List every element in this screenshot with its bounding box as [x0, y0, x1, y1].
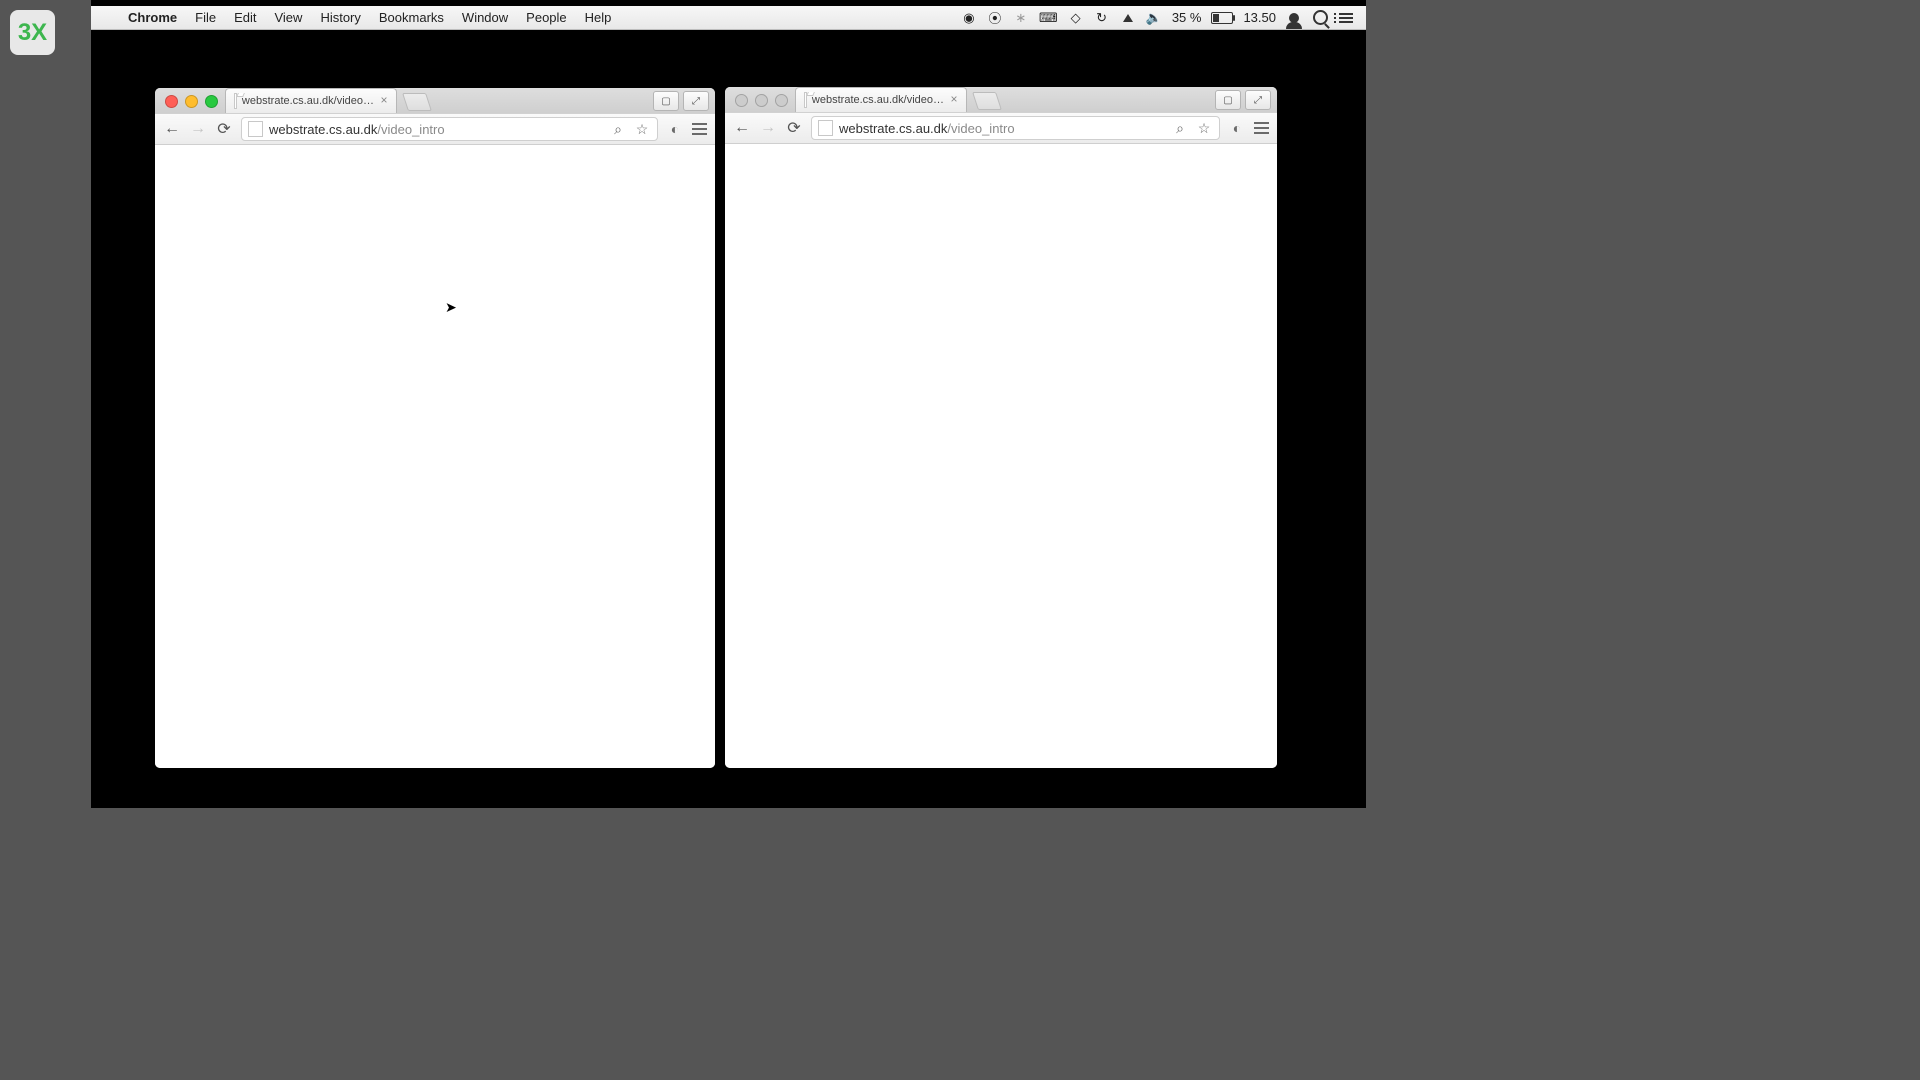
timemachine-icon[interactable]: ↻ — [1094, 10, 1110, 26]
browser-toolbar: ← → ⟳ webstrate.cs.au.dk/video_intro ⌕ ☆… — [725, 112, 1277, 144]
window-maximize-button[interactable] — [205, 95, 218, 108]
notification-center-icon[interactable] — [1338, 13, 1354, 23]
chrome-window-left[interactable]: webstrate.cs.au.dk/video… × ▢ ⤢ ← → ⟳ we… — [155, 88, 715, 768]
user-menu-icon[interactable] — [1286, 13, 1302, 23]
chrome-menu-icon[interactable] — [1254, 122, 1269, 134]
menu-history[interactable]: History — [311, 10, 369, 25]
window-minimize-button[interactable] — [185, 95, 198, 108]
window-maximize-button[interactable] — [775, 94, 788, 107]
window-close-button[interactable] — [735, 94, 748, 107]
battery-icon[interactable] — [1211, 12, 1233, 24]
tab-close-icon[interactable]: × — [378, 94, 390, 106]
messages-icon[interactable]: ◇ — [1068, 10, 1084, 26]
address-bar[interactable]: webstrate.cs.au.dk/video_intro ⌕ ☆ — [241, 117, 658, 141]
browser-tab[interactable]: webstrate.cs.au.dk/video… × — [225, 88, 397, 113]
extension-icon[interactable]: ◐ — [666, 120, 684, 138]
bookmark-star-icon[interactable]: ☆ — [1195, 119, 1213, 137]
menu-window[interactable]: Window — [453, 10, 517, 25]
back-button[interactable]: ← — [163, 120, 181, 138]
window-traffic-lights — [735, 94, 788, 107]
menu-help[interactable]: Help — [576, 10, 621, 25]
clock[interactable]: 13.50 — [1243, 10, 1276, 25]
profile-button[interactable]: ▢ — [1215, 90, 1241, 110]
bluetooth-icon[interactable]: ∗ — [1013, 10, 1029, 26]
keyboard-icon[interactable]: ⌨ — [1039, 10, 1058, 26]
profile-button[interactable]: ▢ — [653, 91, 679, 111]
address-bar[interactable]: webstrate.cs.au.dk/video_intro ⌕ ☆ — [811, 116, 1220, 140]
extension-icon[interactable]: ◐ — [1228, 119, 1246, 137]
chrome-menu-icon[interactable] — [692, 123, 707, 135]
mac-menubar: Chrome File Edit View History Bookmarks … — [91, 6, 1366, 30]
menu-file[interactable]: File — [186, 10, 225, 25]
app-name[interactable]: Chrome — [119, 10, 186, 25]
volume-icon[interactable]: 🔈 — [1146, 10, 1162, 26]
window-minimize-button[interactable] — [755, 94, 768, 107]
url-host: webstrate.cs.au.dk — [839, 121, 947, 136]
forward-button[interactable]: → — [189, 120, 207, 138]
page-icon — [818, 120, 833, 136]
page-icon — [248, 121, 263, 137]
location-icon[interactable]: ⦿ — [987, 8, 1003, 27]
page-icon — [804, 92, 807, 108]
new-tab-button[interactable] — [972, 92, 1002, 110]
bookmark-star-icon[interactable]: ☆ — [633, 120, 651, 138]
back-button[interactable]: ← — [733, 119, 751, 137]
window-close-button[interactable] — [165, 95, 178, 108]
zoom-icon[interactable]: ⌕ — [1171, 119, 1189, 137]
zoom-icon[interactable]: ⌕ — [609, 120, 627, 138]
tabstrip: webstrate.cs.au.dk/video… × ▢ ⤢ — [155, 88, 715, 113]
menu-bookmarks[interactable]: Bookmarks — [370, 10, 453, 25]
page-icon — [234, 93, 237, 109]
page-viewport[interactable] — [725, 158, 1277, 768]
speed-badge: 3X — [10, 10, 55, 55]
url-text: webstrate.cs.au.dk/video_intro — [839, 121, 1165, 136]
chrome-window-right[interactable]: webstrate.cs.au.dk/video… × ▢ ⤢ ← → ⟳ we… — [725, 87, 1277, 768]
menu-edit[interactable]: Edit — [225, 10, 265, 25]
url-host: webstrate.cs.au.dk — [269, 122, 377, 137]
menu-people[interactable]: People — [517, 10, 575, 25]
browser-toolbar: ← → ⟳ webstrate.cs.au.dk/video_intro ⌕ ☆… — [155, 113, 715, 145]
record-icon[interactable]: ◉ — [961, 10, 977, 26]
wifi-icon[interactable] — [1120, 10, 1136, 25]
url-path: /video_intro — [377, 122, 444, 137]
desktop-stage: Chrome File Edit View History Bookmarks … — [91, 0, 1366, 808]
url-path: /video_intro — [947, 121, 1014, 136]
page-viewport[interactable]: ➤ — [155, 159, 715, 768]
tab-title: webstrate.cs.au.dk/video… — [812, 94, 944, 106]
menubar-status-icons: ◉ ⦿ ∗ ⌨ ◇ ↻ 🔈 35 % 13.50 — [961, 8, 1366, 27]
window-traffic-lights — [165, 95, 218, 108]
reload-button[interactable]: ⟳ — [215, 120, 233, 138]
new-tab-button[interactable] — [402, 93, 432, 111]
spotlight-icon[interactable] — [1312, 10, 1328, 25]
menu-view[interactable]: View — [265, 10, 311, 25]
browser-tab[interactable]: webstrate.cs.au.dk/video… × — [795, 87, 967, 112]
tab-title: webstrate.cs.au.dk/video… — [242, 95, 374, 107]
tabstrip: webstrate.cs.au.dk/video… × ▢ ⤢ — [725, 87, 1277, 112]
battery-percent: 35 % — [1172, 10, 1202, 25]
url-text: webstrate.cs.au.dk/video_intro — [269, 122, 603, 137]
reload-button[interactable]: ⟳ — [785, 119, 803, 137]
fullscreen-button[interactable]: ⤢ — [1245, 90, 1271, 110]
forward-button[interactable]: → — [759, 119, 777, 137]
tab-close-icon[interactable]: × — [948, 93, 960, 105]
fullscreen-button[interactable]: ⤢ — [683, 91, 709, 111]
mouse-cursor-icon: ➤ — [445, 299, 457, 316]
